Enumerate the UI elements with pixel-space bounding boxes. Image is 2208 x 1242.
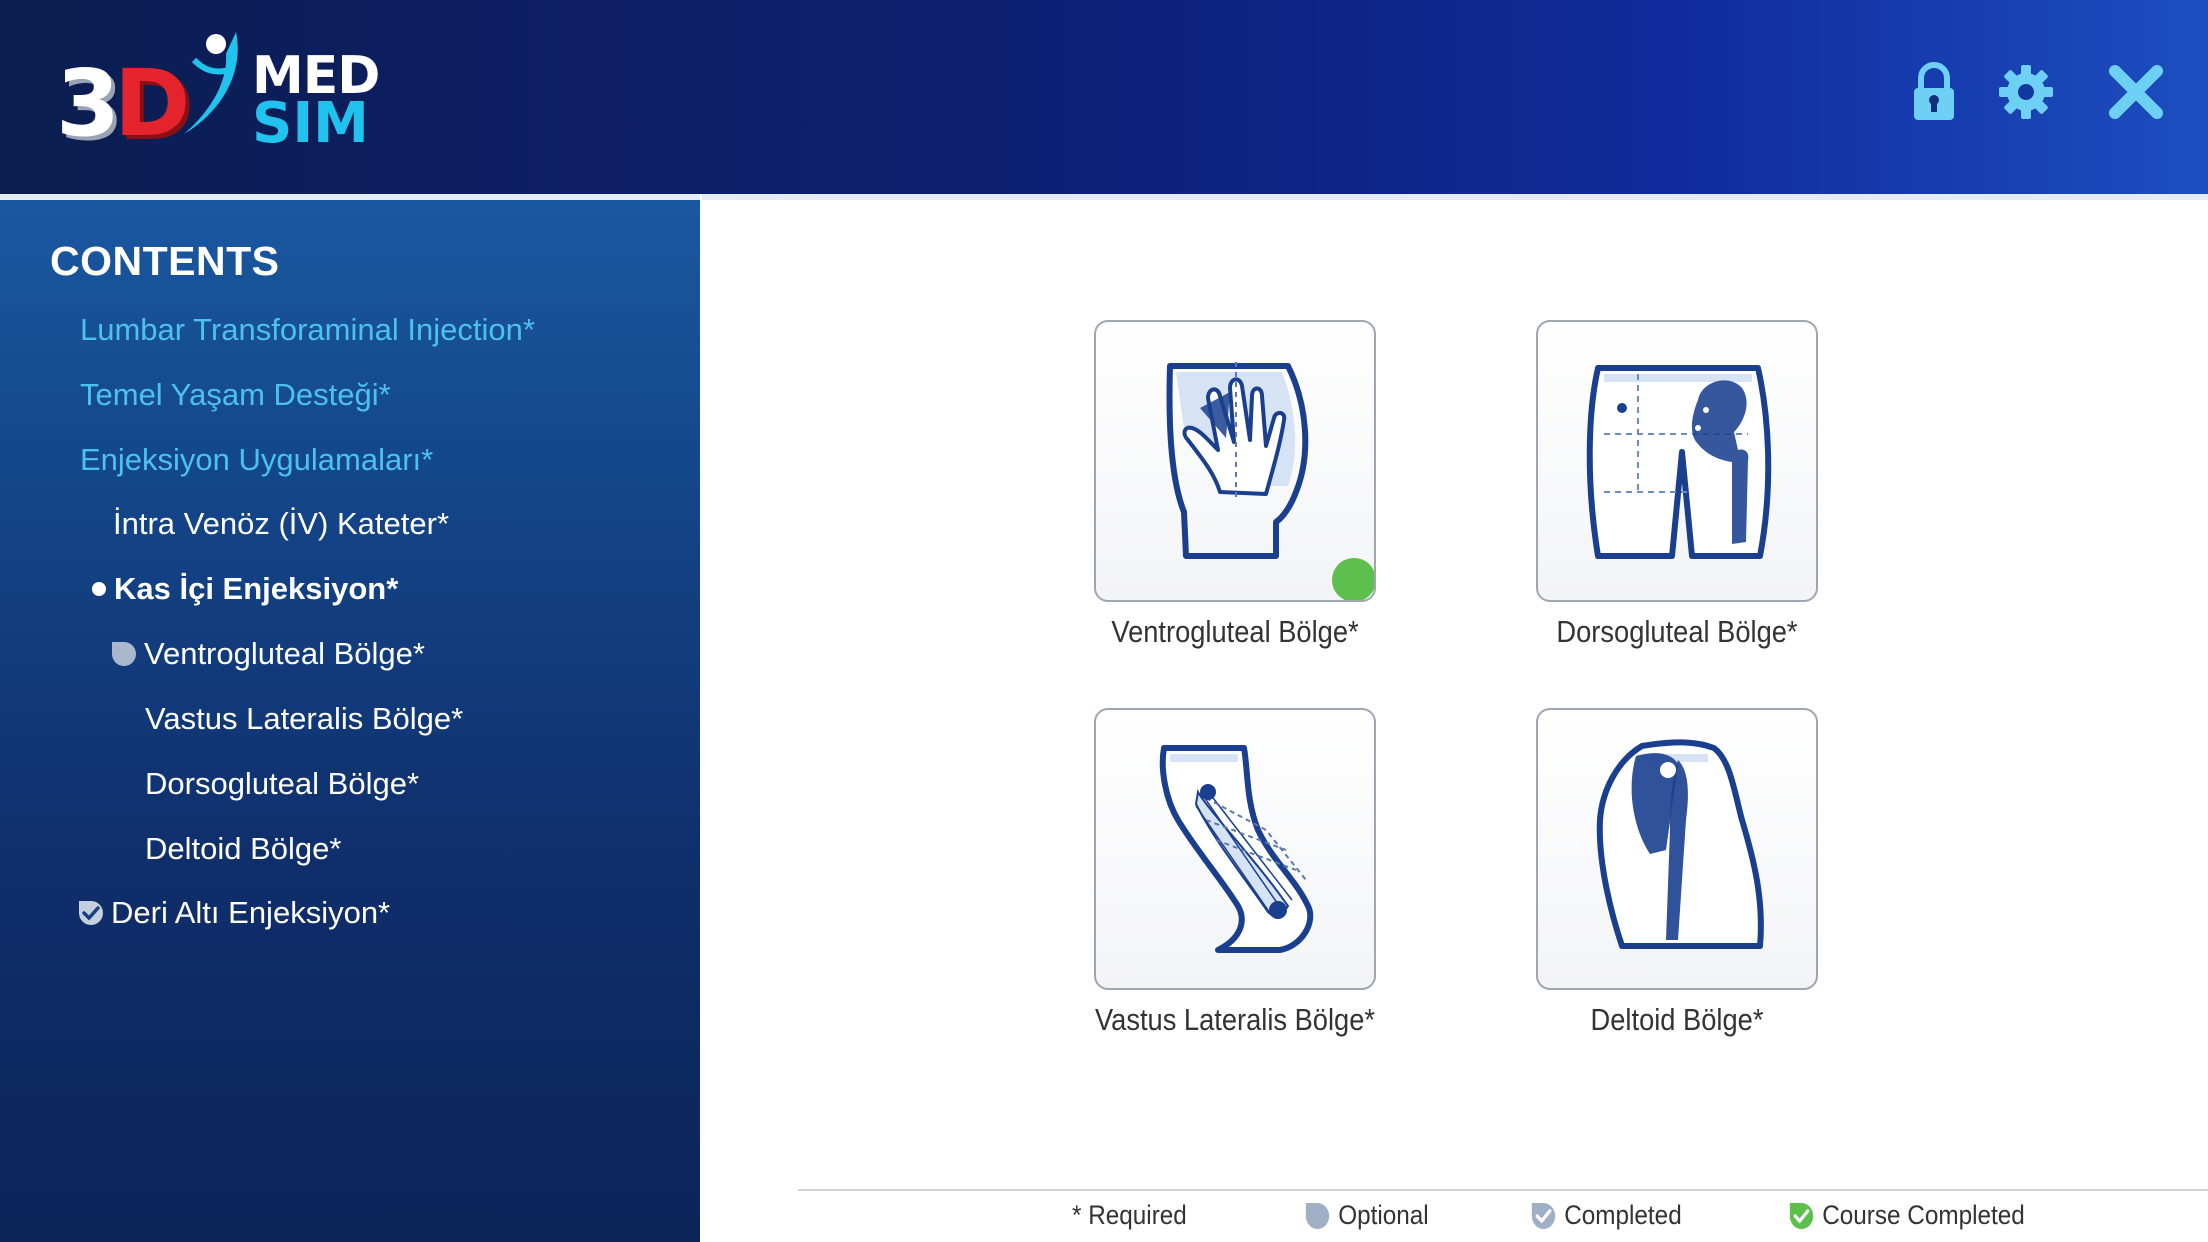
app-header: 3D MED SIM xyxy=(0,0,2208,194)
sidebar-item-ventrogluteal[interactable]: Ventrogluteal Bölge* xyxy=(110,634,425,674)
tile-label-vastus-lateralis: Vastus Lateralis Bölge* xyxy=(1094,1002,1376,1037)
optional-icon xyxy=(1305,1202,1330,1229)
logo-3: 3 xyxy=(56,50,120,157)
tile-ventrogluteal[interactable] xyxy=(1094,320,1376,602)
course-completed-check-icon xyxy=(1789,1202,1814,1229)
sidebar-item-enjeksiyon-uygulamalari[interactable]: Enjeksiyon Uygulamaları* xyxy=(80,440,433,480)
sidebar-item-label: Lumbar Transforaminal Injection* xyxy=(80,312,535,347)
sidebar-item-vastus-lateralis[interactable]: Vastus Lateralis Bölge* xyxy=(145,699,463,739)
sidebar-item-label: Kas İçi Enjeksiyon* xyxy=(114,571,399,606)
tile-label-dorsogluteal: Dorsogluteal Bölge* xyxy=(1556,614,1798,649)
optional-icon xyxy=(112,642,136,666)
sidebar-item-intra-venoz[interactable]: İntra Venöz (İV) Kateter* xyxy=(113,504,449,544)
sidebar-item-deri-alti-enjeksiyon[interactable]: Deri Altı Enjeksiyon* xyxy=(77,893,390,933)
sidebar-item-label: Enjeksiyon Uygulamaları* xyxy=(80,442,434,477)
sidebar-item-deltoid[interactable]: Deltoid Bölge* xyxy=(145,829,341,869)
logo-sim: SIM xyxy=(252,91,369,156)
sidebar-item-dorsogluteal[interactable]: Dorsogluteal Bölge* xyxy=(145,764,419,804)
tile-deltoid[interactable] xyxy=(1536,708,1818,990)
gear-icon[interactable] xyxy=(1990,56,2062,128)
sidebar-item-label: Dorsogluteal Bölge* xyxy=(145,766,420,801)
sidebar-item-label: Ventrogluteal Bölge* xyxy=(144,636,425,671)
sidebar-item-lumbar-transforaminal[interactable]: Lumbar Transforaminal Injection* xyxy=(80,310,535,350)
sidebar-item-temel-yasam-destegi[interactable]: Temel Yaşam Desteği* xyxy=(80,375,391,415)
sidebar-item-label: Deltoid Bölge* xyxy=(145,831,342,866)
logo-swoosh-icon xyxy=(184,32,238,134)
sidebar-item-label: İntra Venöz (İV) Kateter* xyxy=(113,506,450,541)
app-logo: 3D MED SIM xyxy=(56,30,396,156)
legend-completed: Completed xyxy=(1530,1200,1682,1231)
vastus-lateralis-thigh-icon xyxy=(1159,745,1314,953)
deltoid-shoulder-icon xyxy=(1596,739,1764,949)
legend-course-completed-label: Course Completed xyxy=(1822,1200,2025,1230)
tile-label-ventrogluteal: Ventrogluteal Bölge* xyxy=(1111,614,1359,649)
completed-status-icon xyxy=(1332,558,1374,600)
sidebar-item-label: Vastus Lateralis Bölge* xyxy=(145,701,464,736)
tile-label-deltoid: Deltoid Bölge* xyxy=(1590,1002,1764,1037)
completed-check-icon xyxy=(79,901,103,925)
sidebar-item-label: Temel Yaşam Desteği* xyxy=(80,377,391,412)
sidebar-item-label: Deri Altı Enjeksiyon* xyxy=(111,895,391,930)
tile-dorsogluteal[interactable] xyxy=(1536,320,1818,602)
completed-check-icon xyxy=(1531,1202,1556,1229)
lock-icon[interactable] xyxy=(1898,56,1970,128)
legend-required: * Required xyxy=(1072,1200,1187,1231)
legend-optional-label: Optional xyxy=(1338,1200,1429,1230)
sidebar-divider xyxy=(700,194,702,1242)
current-item-dot-icon xyxy=(92,582,106,596)
legend-optional: Optional xyxy=(1304,1200,1429,1231)
sidebar-item-kas-ici-enjeksiyon[interactable]: Kas İçi Enjeksiyon* xyxy=(92,569,398,609)
legend-divider xyxy=(798,1189,2208,1191)
close-icon[interactable] xyxy=(2100,56,2172,128)
dorsogluteal-buttocks-icon xyxy=(1586,365,1772,559)
legend-course-completed: Course Completed xyxy=(1788,1200,2025,1231)
contents-title: CONTENTS xyxy=(50,238,280,284)
ventrogluteal-hip-icon xyxy=(1166,362,1309,559)
tile-vastus-lateralis[interactable] xyxy=(1094,708,1376,990)
legend-required-label: * Required xyxy=(1072,1200,1187,1230)
contents-sidebar: CONTENTS Lumbar Transforaminal Injection… xyxy=(0,200,700,1242)
legend-completed-label: Completed xyxy=(1564,1200,1682,1230)
